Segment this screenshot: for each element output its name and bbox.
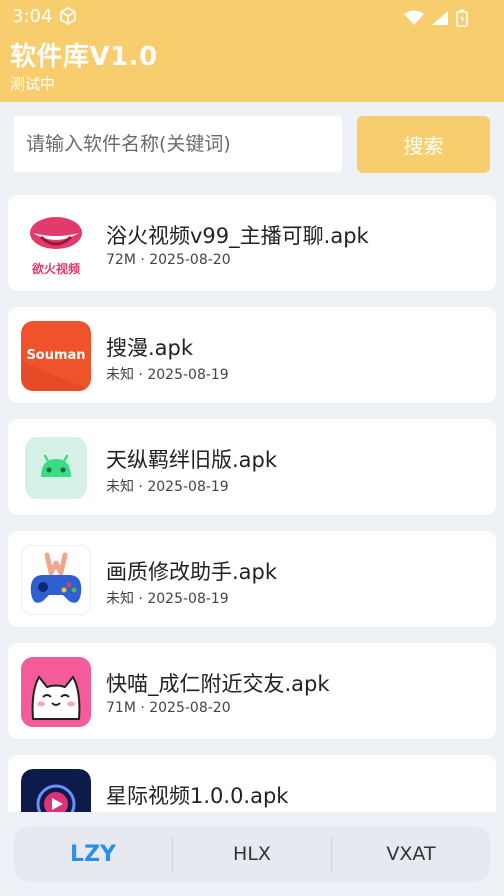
status-bar: 3:04 [0,0,504,32]
app-subtitle: 测试中 [10,75,56,93]
app-list-item[interactable]: 星际视频1.0.0.apk [8,755,496,812]
status-icons [402,7,468,27]
souman-icon-text: Souman [26,348,85,363]
app-header: 3:04 软件库V1.0 测试中 [0,0,504,102]
app-list-item[interactable]: 画质修改助手.apk 未知 · 2025-08-19 [8,531,496,627]
app-name: 快喵_成仁附近交友.apk [106,672,330,696]
tab-vxat[interactable]: VXAT [332,826,490,882]
souman-icon: Souman [21,321,91,391]
app-name: 画质修改助手.apk [106,560,278,584]
app-meta: 71M · 2025-08-20 [106,700,231,716]
play-icon [21,769,91,812]
status-time: 3:04 [12,6,53,27]
app-list-item[interactable]: Souman 搜漫.apk 未知 · 2025-08-19 [8,307,496,403]
app-meta: 未知 · 2025-08-19 [106,591,229,607]
cat-icon [21,657,91,727]
tab-lzy[interactable]: LZY [14,826,172,882]
app-title: 软件库V1.0 [10,42,158,72]
app-list-item[interactable]: 快喵_成仁附近交友.apk 71M · 2025-08-20 [8,643,496,739]
app-meta: 未知 · 2025-08-19 [106,367,229,383]
bottom-tab-bar: LZY HLX VXAT [14,826,490,882]
signal-icon [431,10,448,25]
app-list[interactable]: 欲火视频 浴火视频v99_主播可聊.apk 72M · 2025-08-20 S… [0,186,504,812]
app-meta: 72M · 2025-08-20 [106,252,231,268]
android-icon [21,433,91,503]
search-button[interactable]: 搜索 [357,116,490,173]
app-name: 天纵羁绊旧版.apk [106,448,278,472]
app-list-item[interactable]: 天纵羁绊旧版.apk 未知 · 2025-08-19 [8,419,496,515]
battery-icon [456,9,468,27]
search-input[interactable] [14,116,342,172]
app-name: 搜漫.apk [106,336,194,360]
app-meta: 未知 · 2025-08-19 [106,479,229,495]
app-name: 浴火视频v99_主播可聊.apk [106,224,369,248]
app-list-item[interactable]: 欲火视频 浴火视频v99_主播可聊.apk 72M · 2025-08-20 [8,195,496,291]
wifi-icon [403,10,424,25]
cube-icon [58,6,78,30]
tab-hlx[interactable]: HLX [173,826,331,882]
lips-icon: 欲火视频 [21,209,91,279]
app-name: 星际视频1.0.0.apk [106,784,289,808]
lips-icon-text: 欲火视频 [31,261,80,276]
gamepad-icon [21,545,91,615]
